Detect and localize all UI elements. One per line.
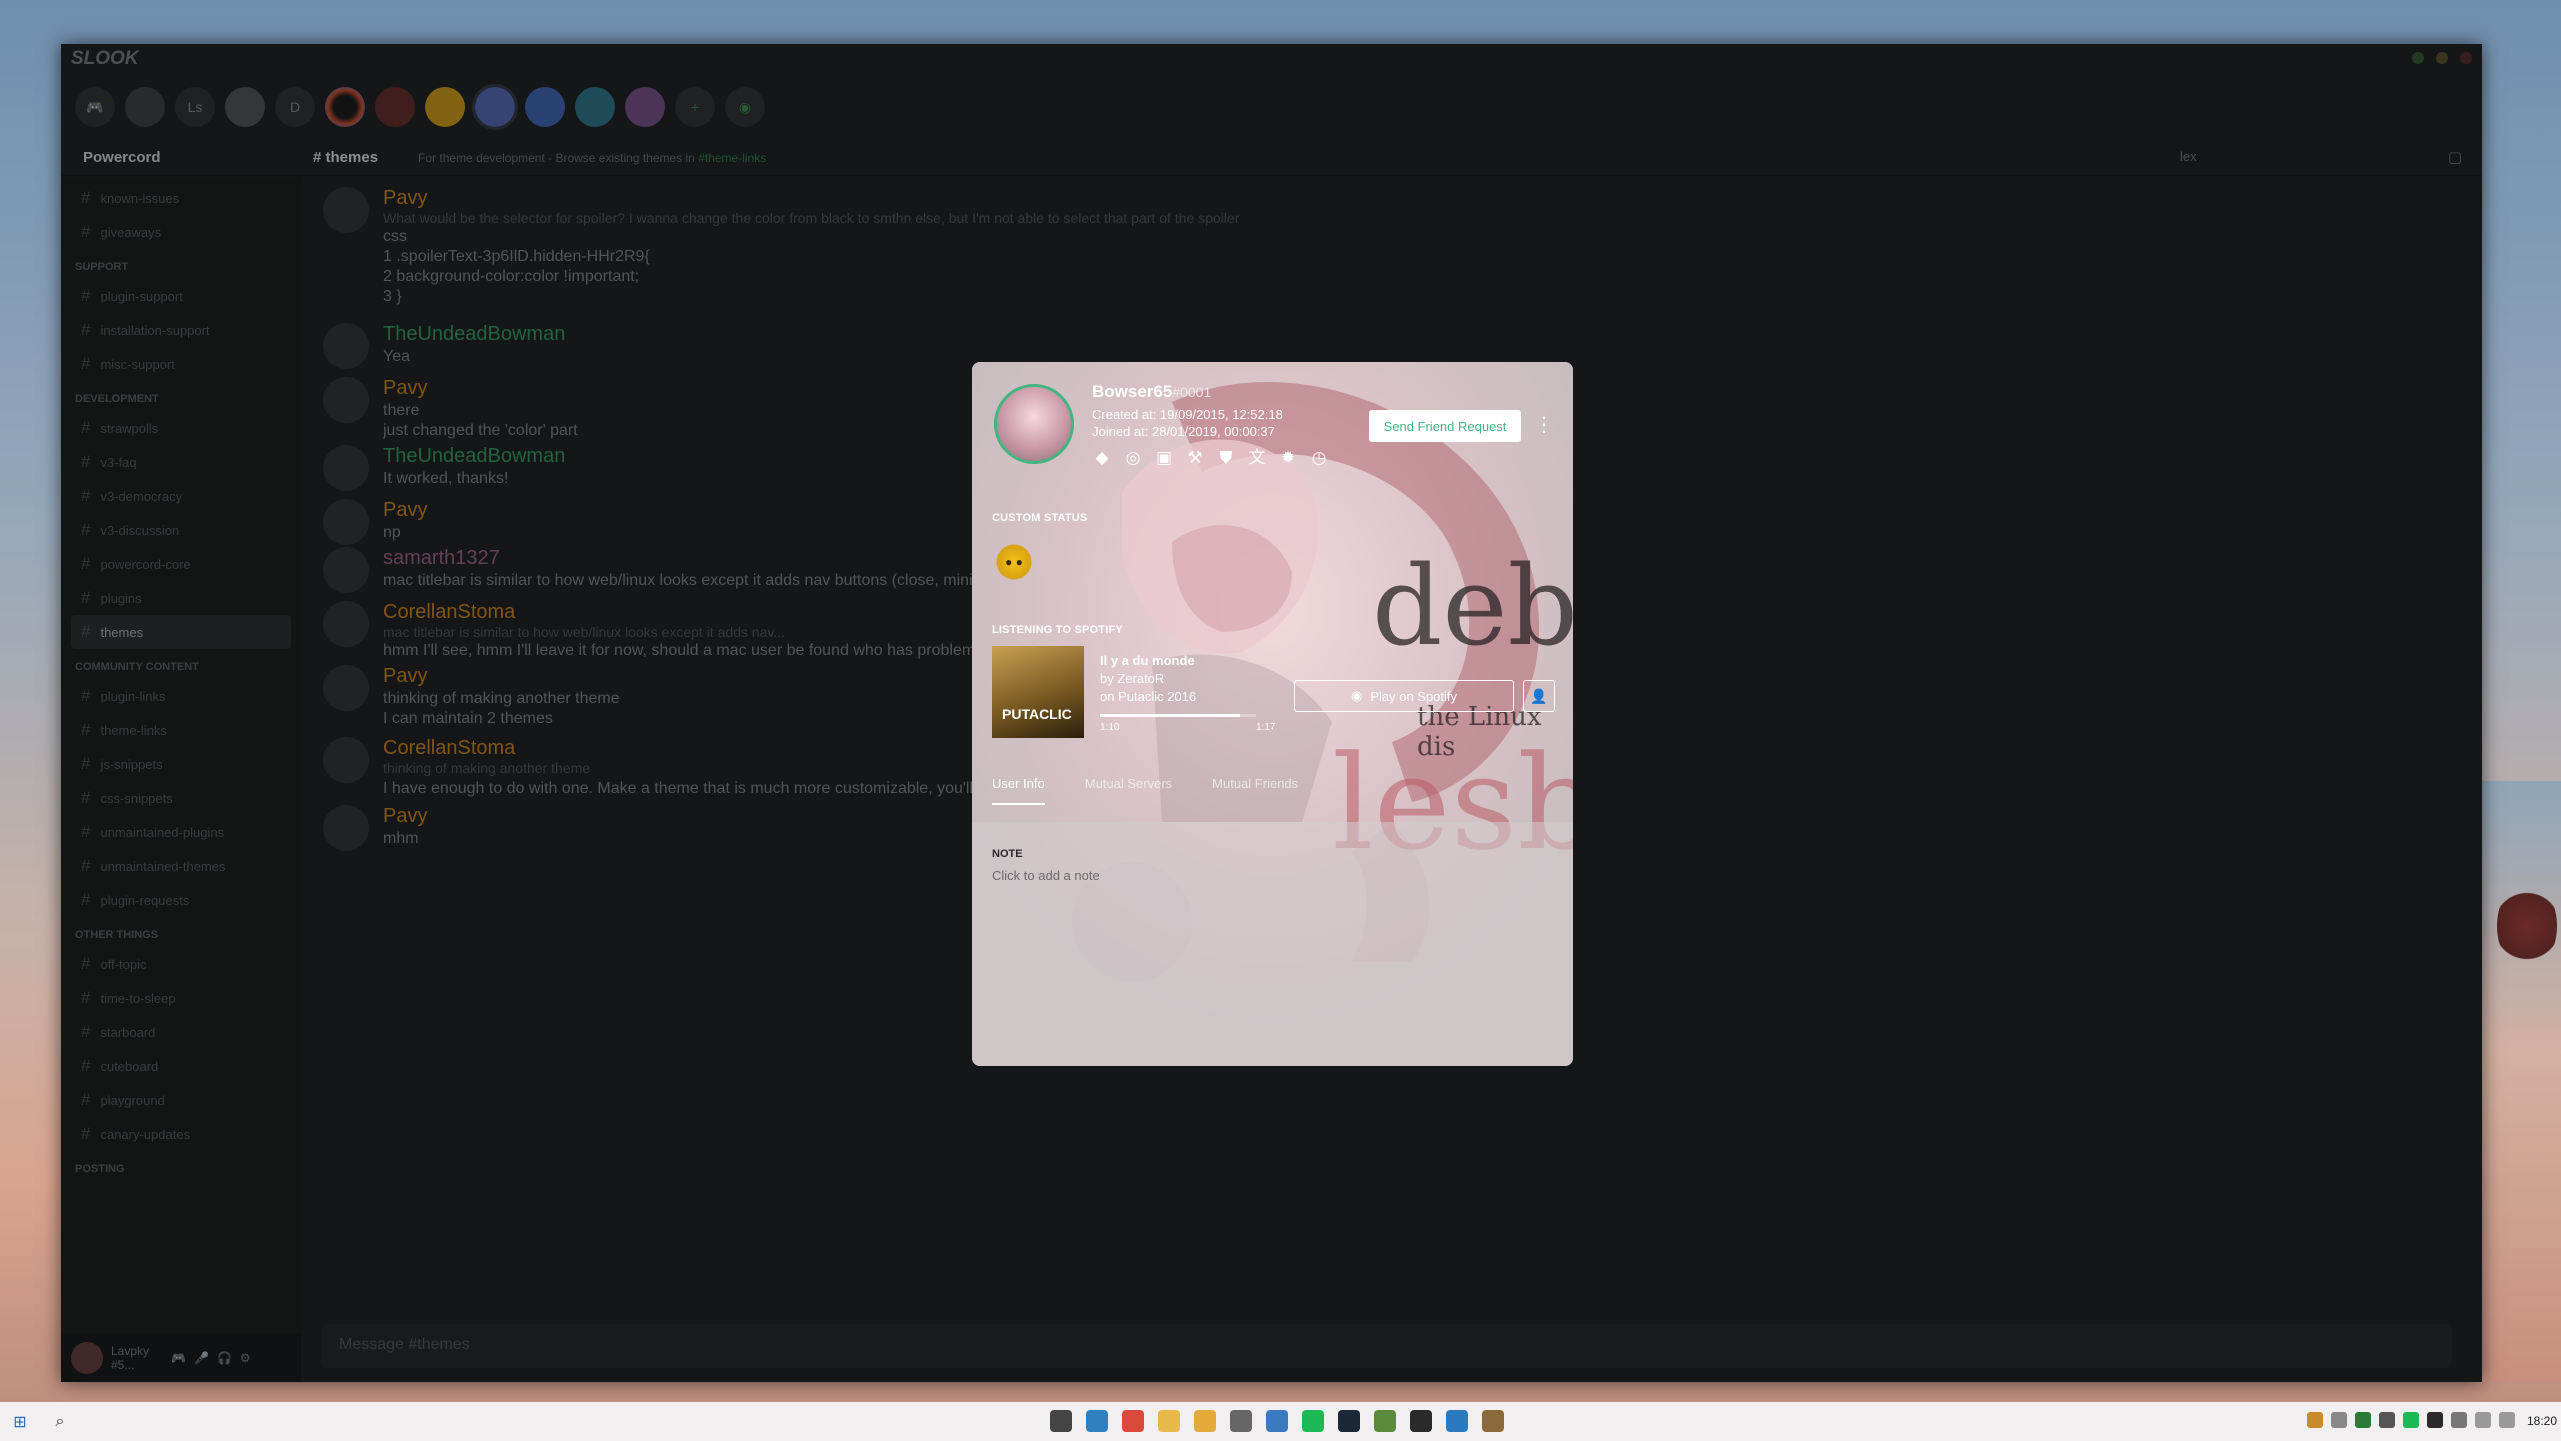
tray-icon[interactable] (2403, 1412, 2419, 1428)
avatar[interactable] (994, 384, 1074, 464)
taskbar: ⊞ ⌕ 18:20 (0, 1402, 2561, 1441)
profile-dates: Created at: 19/09/2015, 12:52:18 Joined … (1092, 406, 1283, 440)
profile-body: NOTE Click to add a note (972, 822, 1573, 1066)
app-icon[interactable] (1050, 1410, 1072, 1432)
username: Bowser65 (1092, 382, 1173, 401)
hypesquad-icon[interactable]: ◆ (1092, 448, 1112, 468)
album-cover-label: PUTACLIC (1002, 706, 1072, 722)
note-input[interactable]: Click to add a note (992, 868, 1100, 883)
spotify-icon: ◉ (1350, 688, 1363, 703)
song-title[interactable]: Il y a du monde (1100, 652, 1196, 670)
song-info: Il y a du monde by ZeratoR on Putaclic 2… (1100, 652, 1196, 706)
folder-icon[interactable] (1194, 1410, 1216, 1432)
desktop-dune (2471, 781, 2561, 1381)
listen-along-icon[interactable]: 👤 (1523, 680, 1555, 712)
app-icon[interactable] (1122, 1410, 1144, 1432)
song-album[interactable]: on Putaclic 2016 (1100, 688, 1196, 706)
system-tray (2307, 1412, 2515, 1428)
taskbar-apps (1050, 1410, 1504, 1432)
search-icon[interactable]: ⌕ (40, 1413, 80, 1431)
minecraft-icon[interactable] (1374, 1410, 1396, 1432)
song-progress-bar (1100, 714, 1256, 717)
custom-status-title: CUSTOM STATUS (992, 512, 1088, 524)
bug-icon[interactable]: ✹ (1278, 448, 1298, 468)
spotify-title: LISTENING TO SPOTIFY (992, 624, 1123, 636)
song-artist[interactable]: by ZeratoR (1100, 670, 1196, 688)
wifi-icon[interactable] (2499, 1412, 2515, 1428)
custom-status-emoji-icon: ● ● (992, 540, 1036, 584)
joined-at: Joined at: 28/01/2019, 00:00:37 (1092, 424, 1275, 439)
translate-icon[interactable]: 文 (1247, 448, 1267, 468)
tray-icon[interactable] (2451, 1412, 2467, 1428)
note-title: NOTE (992, 848, 1023, 860)
time-total: 1:17 (1256, 722, 1276, 733)
tab-mutual-servers[interactable]: Mutual Servers (1085, 776, 1172, 805)
shield-icon[interactable]: ⛊ (1216, 448, 1236, 468)
app-icon[interactable] (1482, 1410, 1504, 1432)
steam-icon[interactable] (1338, 1410, 1360, 1432)
profile-username: Bowser65#0001 (1092, 382, 1211, 402)
spotify-icon[interactable] (1302, 1410, 1324, 1432)
play-on-spotify-button[interactable]: ◉ Play on Spotify (1294, 680, 1514, 712)
folder-icon[interactable] (1158, 1410, 1180, 1432)
vscode-icon[interactable] (1446, 1410, 1468, 1432)
desktop-tree (2497, 881, 2557, 971)
created-at: Created at: 19/09/2015, 12:52:18 (1092, 407, 1283, 422)
tray-icon[interactable] (2427, 1412, 2443, 1428)
edge-icon[interactable] (1086, 1410, 1108, 1432)
tray-icon[interactable] (2307, 1412, 2323, 1428)
volume-icon[interactable] (2475, 1412, 2491, 1428)
time-elapsed: 1:10 (1100, 722, 1120, 733)
mail-icon[interactable] (1266, 1410, 1288, 1432)
profile-tabs: User Info Mutual Servers Mutual Friends (992, 776, 1298, 805)
store-icon[interactable] (1230, 1410, 1252, 1432)
badge-list: ◆ ◎ ▣ ⚒ ⛊ 文 ✹ ◷ (1092, 448, 1329, 468)
nitro-icon[interactable]: ◎ (1123, 448, 1143, 468)
tab-mutual-friends[interactable]: Mutual Friends (1212, 776, 1298, 805)
tray-icon[interactable] (2331, 1412, 2347, 1428)
album-cover[interactable]: PUTACLIC (992, 646, 1084, 738)
user-profile-modal: deb the Linux dis lesb Bowser65#0001 Cre… (972, 362, 1573, 1066)
tab-user-info[interactable]: User Info (992, 776, 1045, 805)
send-friend-request-button[interactable]: Send Friend Request (1369, 410, 1521, 442)
discriminator: #0001 (1172, 384, 1212, 400)
xbox-icon[interactable] (1410, 1410, 1432, 1432)
taskbar-clock[interactable]: 18:20 (2527, 1414, 2557, 1428)
clock-icon[interactable]: ◷ (1309, 448, 1329, 468)
song-progress-fill (1100, 714, 1241, 717)
tray-icon[interactable] (2379, 1412, 2395, 1428)
wrench-icon[interactable]: ⚒ (1185, 448, 1205, 468)
tray-icon[interactable] (2355, 1412, 2371, 1428)
windows-start-icon[interactable]: ⊞ (0, 1402, 40, 1441)
partner-icon[interactable]: ▣ (1154, 448, 1174, 468)
play-on-spotify-label: Play on Spotify (1370, 688, 1458, 704)
more-options-icon[interactable]: ⋮ (1534, 412, 1554, 437)
profile-header: Bowser65#0001 Created at: 19/09/2015, 12… (972, 362, 1573, 822)
